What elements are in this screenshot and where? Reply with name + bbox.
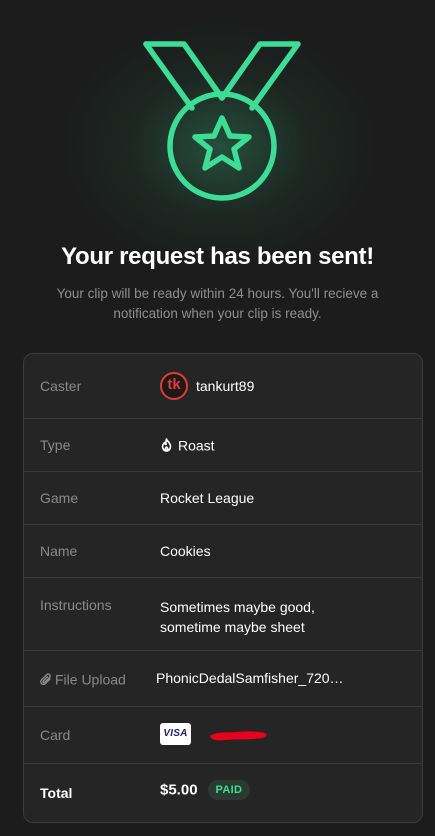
file-upload-row: File Upload PhonicDedalSamfisher_720… <box>24 650 422 707</box>
instructions-line-1: Sometimes maybe good, <box>160 599 315 615</box>
total-label: Total <box>40 785 73 801</box>
game-row: Game Rocket League <box>24 471 422 525</box>
page-subtitle: Your clip will be ready within 24 hours.… <box>56 286 379 321</box>
confirmation-page: Your request has been sent! Your clip wi… <box>0 0 435 836</box>
instructions-row: Instructions Sometimes maybe good, somet… <box>24 577 422 651</box>
redaction-mark <box>210 731 267 741</box>
visa-icon: VISA <box>160 723 191 745</box>
type-label: Type <box>40 437 71 453</box>
file-upload-value[interactable]: PhonicDedalSamfisher_720… <box>156 670 344 686</box>
type-text: Roast <box>178 437 215 454</box>
instructions-value: Sometimes maybe good, sometime maybe she… <box>160 597 315 637</box>
file-upload-label: File Upload <box>40 670 126 687</box>
card-row: Card VISA <box>24 706 422 764</box>
total-row: Total $5.00 PAID <box>24 763 422 822</box>
instructions-label: Instructions <box>40 597 112 613</box>
type-row: Type Roast <box>24 418 422 472</box>
caster-value[interactable]: tk tankurt89 <box>160 372 254 400</box>
total-value: $5.00 PAID <box>160 780 251 800</box>
name-value: Cookies <box>160 543 211 559</box>
fire-icon <box>161 438 172 453</box>
file-upload-label-text: File Upload <box>55 671 126 688</box>
status-badge: PAID <box>207 780 251 800</box>
paperclip-icon <box>40 673 51 685</box>
card-label: Card <box>40 727 71 743</box>
name-row: Name Cookies <box>24 524 422 578</box>
caster-username: tankurt89 <box>196 378 255 394</box>
request-details-card: Caster tk tankurt89 Type Roast Game Rocke… <box>23 353 423 823</box>
page-title: Your request has been sent! <box>61 243 374 270</box>
caster-row: Caster tk tankurt89 <box>24 354 422 419</box>
type-value: Roast <box>160 436 215 453</box>
name-label: Name <box>40 543 78 559</box>
game-value: Rocket League <box>160 490 255 506</box>
game-label: Game <box>40 490 79 506</box>
total-amount: $5.00 <box>160 781 198 799</box>
caster-label: Caster <box>40 378 82 394</box>
medal-icon <box>134 36 310 206</box>
avatar: tk <box>160 372 188 400</box>
instructions-line-2: sometime maybe sheet <box>160 619 305 635</box>
